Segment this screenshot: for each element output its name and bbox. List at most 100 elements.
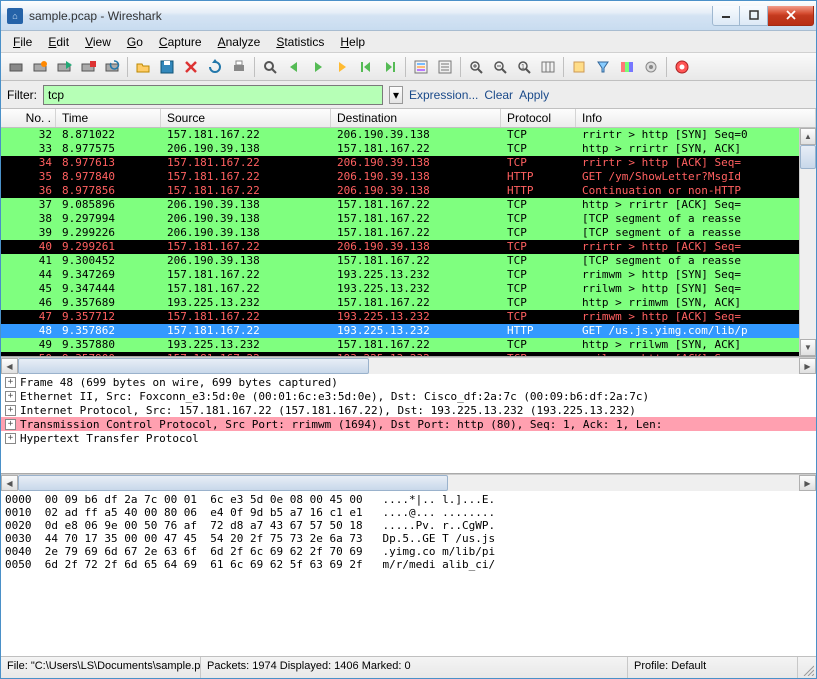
table-row[interactable]: 379.085896206.190.39.138157.181.167.22TC…: [1, 198, 816, 212]
resize-columns-icon[interactable]: [537, 56, 559, 78]
zoom-in-icon[interactable]: [465, 56, 487, 78]
filter-expression-link[interactable]: Expression...: [409, 88, 478, 102]
col-prot[interactable]: Protocol: [501, 109, 576, 127]
expand-icon[interactable]: +: [5, 377, 16, 388]
table-row[interactable]: 459.347444157.181.167.22193.225.13.232TC…: [1, 282, 816, 296]
print-icon[interactable]: [228, 56, 250, 78]
packet-list-header: No. . Time Source Destination Protocol I…: [1, 109, 816, 128]
filter-dropdown-icon[interactable]: ▾: [389, 86, 403, 104]
tree-frame: +Frame 48 (699 bytes on wire, 699 bytes …: [1, 375, 816, 389]
hscroll-thumb[interactable]: [18, 358, 369, 374]
table-row[interactable]: 419.300452206.190.39.138157.181.167.22TC…: [1, 254, 816, 268]
table-row[interactable]: 499.357880193.225.13.232157.181.167.22TC…: [1, 338, 816, 352]
close-button[interactable]: [768, 6, 814, 26]
options-icon[interactable]: [29, 56, 51, 78]
scroll-down-icon[interactable]: ▼: [800, 339, 816, 356]
tree-http: +Hypertext Transfer Protocol: [1, 431, 816, 445]
col-info[interactable]: Info: [576, 109, 816, 127]
filter-bar: Filter: ▾ Expression... Clear Apply: [1, 81, 816, 109]
table-row[interactable]: 489.357862157.181.167.22193.225.13.232HT…: [1, 324, 816, 338]
display-filters-icon[interactable]: [592, 56, 614, 78]
expand-icon[interactable]: +: [5, 433, 16, 444]
hscroll-left-icon[interactable]: ◀: [1, 475, 18, 491]
col-time[interactable]: Time: [56, 109, 161, 127]
details-hscroll[interactable]: ◀ ▶: [1, 474, 816, 491]
find-icon[interactable]: [259, 56, 281, 78]
table-row[interactable]: 449.347269157.181.167.22193.225.13.232TC…: [1, 268, 816, 282]
tree-ethernet: +Ethernet II, Src: Foxconn_e3:5d:0e (00:…: [1, 389, 816, 403]
expand-icon[interactable]: +: [5, 405, 16, 416]
hscroll-thumb[interactable]: [18, 475, 448, 491]
status-profile: Profile: Default: [628, 657, 798, 678]
svg-text:1: 1: [521, 64, 525, 71]
col-no[interactable]: No. .: [1, 109, 56, 127]
title-bar: ⌂ sample.pcap - Wireshark: [1, 1, 816, 31]
restart-capture-icon[interactable]: [101, 56, 123, 78]
table-row[interactable]: 469.357689193.225.13.232157.181.167.22TC…: [1, 296, 816, 310]
menu-view[interactable]: View: [77, 33, 119, 51]
go-back-icon[interactable]: [283, 56, 305, 78]
capture-filters-icon[interactable]: [568, 56, 590, 78]
save-icon[interactable]: [156, 56, 178, 78]
colorize-icon[interactable]: [410, 56, 432, 78]
preferences-icon[interactable]: [640, 56, 662, 78]
menu-help[interactable]: Help: [332, 33, 373, 51]
go-to-packet-icon[interactable]: [331, 56, 353, 78]
minimize-button[interactable]: [712, 6, 740, 26]
packet-list-vscroll[interactable]: ▲ ▼: [799, 128, 816, 356]
hscroll-right-icon[interactable]: ▶: [799, 475, 816, 491]
packet-details-pane[interactable]: +Frame 48 (699 bytes on wire, 699 bytes …: [1, 374, 816, 474]
help-icon[interactable]: [671, 56, 693, 78]
table-row[interactable]: 509.357900157.181.167.22193.225.13.232TC…: [1, 352, 816, 356]
filter-label: Filter:: [7, 88, 37, 102]
start-capture-icon[interactable]: [53, 56, 75, 78]
hscroll-left-icon[interactable]: ◀: [1, 358, 18, 374]
table-row[interactable]: 368.977856157.181.167.22206.190.39.138HT…: [1, 184, 816, 198]
tree-ip: +Internet Protocol, Src: 157.181.167.22 …: [1, 403, 816, 417]
scroll-thumb[interactable]: [800, 145, 816, 169]
autoscroll-icon[interactable]: [434, 56, 456, 78]
stop-capture-icon[interactable]: [77, 56, 99, 78]
filter-clear-link[interactable]: Clear: [484, 88, 513, 102]
coloring-rules-icon[interactable]: [616, 56, 638, 78]
maximize-button[interactable]: [740, 6, 768, 26]
table-row[interactable]: 409.299261157.181.167.22206.190.39.138TC…: [1, 240, 816, 254]
menu-file[interactable]: File: [5, 33, 40, 51]
interfaces-icon[interactable]: [5, 56, 27, 78]
window-title: sample.pcap - Wireshark: [29, 9, 712, 23]
menu-statistics[interactable]: Statistics: [268, 33, 332, 51]
go-forward-icon[interactable]: [307, 56, 329, 78]
table-row[interactable]: 348.977613157.181.167.22206.190.39.138TC…: [1, 156, 816, 170]
table-row[interactable]: 479.357712157.181.167.22193.225.13.232TC…: [1, 310, 816, 324]
menu-analyze[interactable]: Analyze: [210, 33, 269, 51]
table-row[interactable]: 399.299226206.190.39.138157.181.167.22TC…: [1, 226, 816, 240]
table-row[interactable]: 338.977575206.190.39.138157.181.167.22TC…: [1, 142, 816, 156]
table-row[interactable]: 358.977840157.181.167.22206.190.39.138HT…: [1, 170, 816, 184]
expand-icon[interactable]: +: [5, 419, 16, 430]
reload-icon[interactable]: [204, 56, 226, 78]
zoom-reset-icon[interactable]: 1: [513, 56, 535, 78]
expand-icon[interactable]: +: [5, 391, 16, 402]
table-row[interactable]: 389.297994206.190.39.138157.181.167.22TC…: [1, 212, 816, 226]
menu-go[interactable]: Go: [119, 33, 151, 51]
go-last-icon[interactable]: [379, 56, 401, 78]
filter-apply-link[interactable]: Apply: [519, 88, 549, 102]
scroll-up-icon[interactable]: ▲: [800, 128, 816, 145]
open-icon[interactable]: [132, 56, 154, 78]
go-first-icon[interactable]: [355, 56, 377, 78]
zoom-out-icon[interactable]: [489, 56, 511, 78]
packet-list-hscroll[interactable]: ◀ ▶: [1, 357, 816, 374]
col-src[interactable]: Source: [161, 109, 331, 127]
menu-edit[interactable]: Edit: [40, 33, 77, 51]
packet-rows[interactable]: 328.871022157.181.167.22206.190.39.138TC…: [1, 128, 816, 356]
resize-grip-icon[interactable]: [798, 657, 816, 678]
status-file: File: "C:\Users\LS\Documents\sample.pcap…: [1, 657, 201, 678]
filter-input[interactable]: [43, 85, 383, 105]
table-row[interactable]: 328.871022157.181.167.22206.190.39.138TC…: [1, 128, 816, 142]
col-dst[interactable]: Destination: [331, 109, 501, 127]
menu-capture[interactable]: Capture: [151, 33, 210, 51]
app-icon: ⌂: [7, 8, 23, 24]
hscroll-right-icon[interactable]: ▶: [799, 358, 816, 374]
close-file-icon[interactable]: [180, 56, 202, 78]
packet-bytes-pane[interactable]: 0000 00 09 b6 df 2a 7c 00 01 6c e3 5d 0e…: [1, 491, 816, 656]
